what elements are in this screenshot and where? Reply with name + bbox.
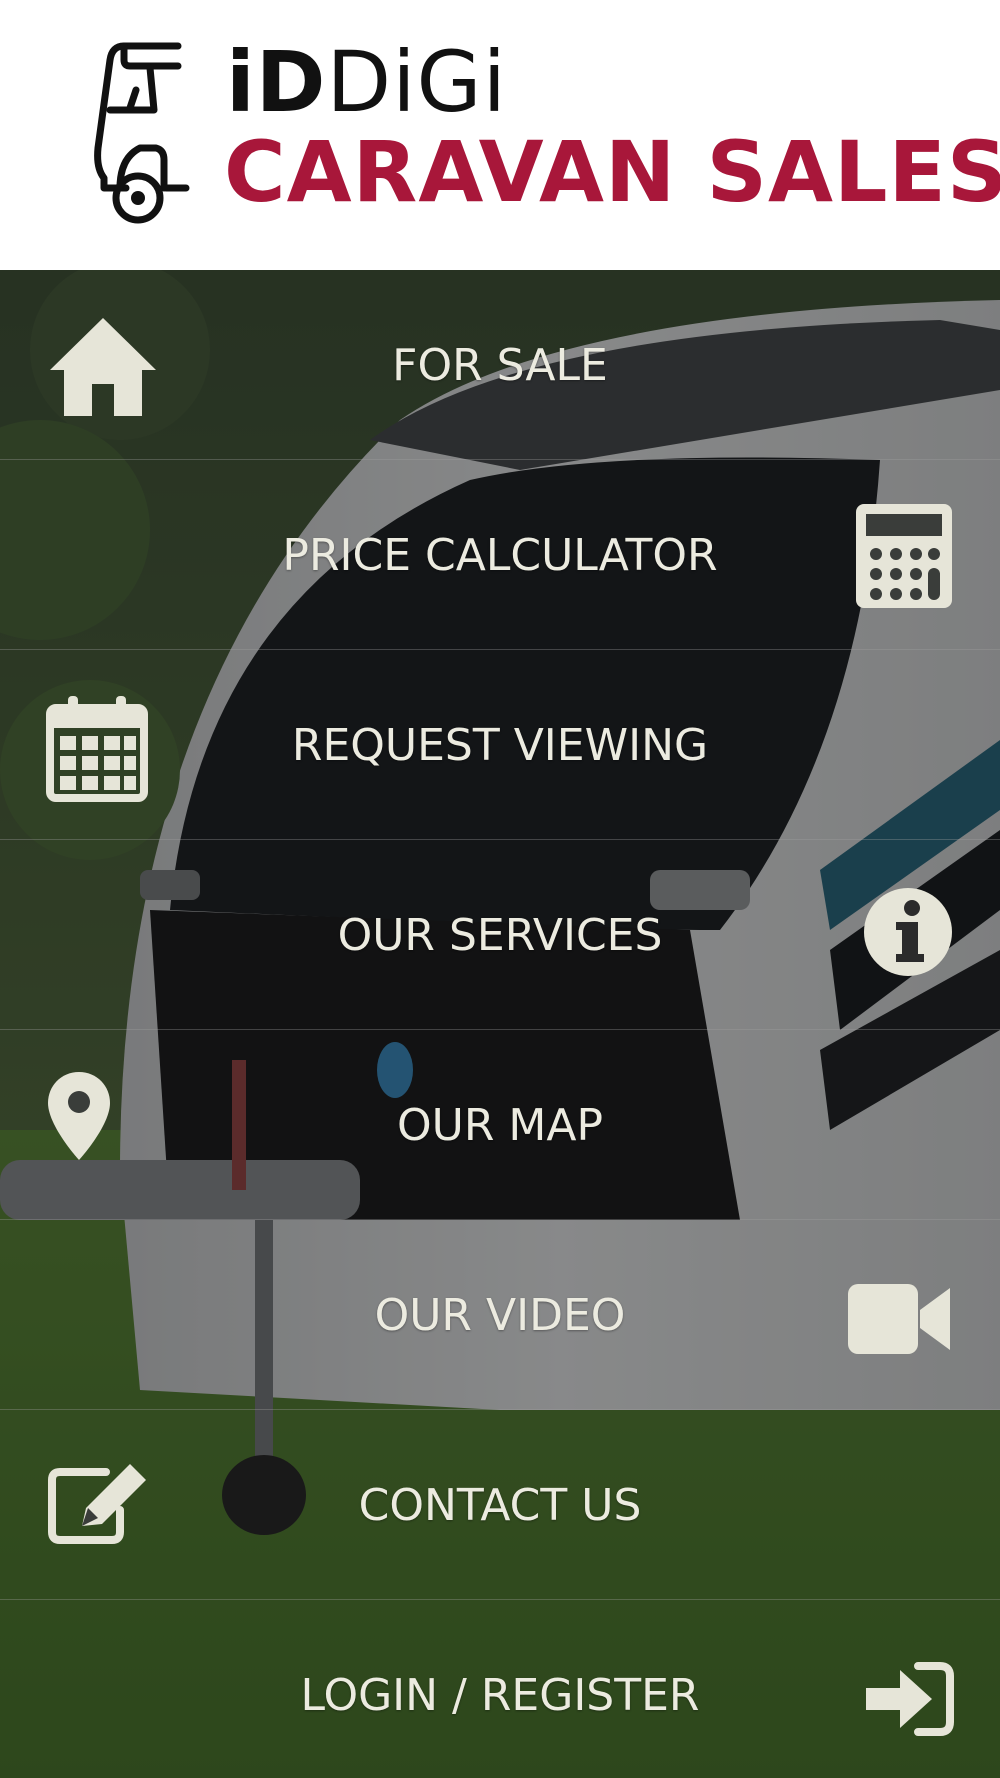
- menu-item-label: LOGIN / REGISTER: [300, 1669, 700, 1721]
- menu-item-label: PRICE CALCULATOR: [282, 529, 718, 581]
- caravan-icon: [94, 42, 190, 224]
- menu-item-our-video[interactable]: OUR VIDEO: [0, 1220, 1000, 1410]
- calculator-icon: [856, 504, 952, 608]
- video-camera-icon: [848, 1284, 950, 1354]
- calendar-icon: [46, 696, 148, 802]
- menu-item-label: OUR MAP: [397, 1099, 603, 1151]
- menu-item-label: OUR VIDEO: [374, 1289, 626, 1341]
- brand-prefix: iD: [226, 33, 327, 131]
- menu-item-label: CONTACT US: [358, 1479, 642, 1531]
- menu-item-our-services[interactable]: OUR SERVICES: [0, 840, 1000, 1030]
- sign-in-icon: [866, 1662, 954, 1736]
- menu-item-label: OUR SERVICES: [337, 909, 663, 961]
- brand-suffix: DiGi: [326, 33, 507, 131]
- map-pin-icon: [48, 1072, 110, 1160]
- home-icon: [50, 318, 156, 416]
- edit-icon: [48, 1464, 146, 1544]
- brand-tagline: CARAVAN SALES: [224, 123, 1000, 221]
- menu-item-contact-us[interactable]: CONTACT US: [0, 1410, 1000, 1600]
- header: iDDiGi CARAVAN SALES: [0, 0, 1000, 270]
- main-menu: FOR SALE PRICE CALCULATOR REQUEST VIEWIN…: [0, 270, 1000, 1778]
- menu-item-label: REQUEST VIEWING: [291, 719, 709, 771]
- menu-item-price-calculator[interactable]: PRICE CALCULATOR: [0, 460, 1000, 650]
- menu-item-for-sale[interactable]: FOR SALE: [0, 270, 1000, 460]
- brand-name: iDDiGi: [226, 34, 507, 130]
- menu-item-label: FOR SALE: [392, 339, 608, 391]
- menu-item-our-map[interactable]: OUR MAP: [0, 1030, 1000, 1220]
- menu-item-login-register[interactable]: LOGIN / REGISTER: [0, 1600, 1000, 1778]
- menu-item-request-viewing[interactable]: REQUEST VIEWING: [0, 650, 1000, 840]
- info-icon: [864, 888, 952, 976]
- app-screen: iDDiGi CARAVAN SALES FOR SALE PRICE CALC…: [0, 0, 1000, 1778]
